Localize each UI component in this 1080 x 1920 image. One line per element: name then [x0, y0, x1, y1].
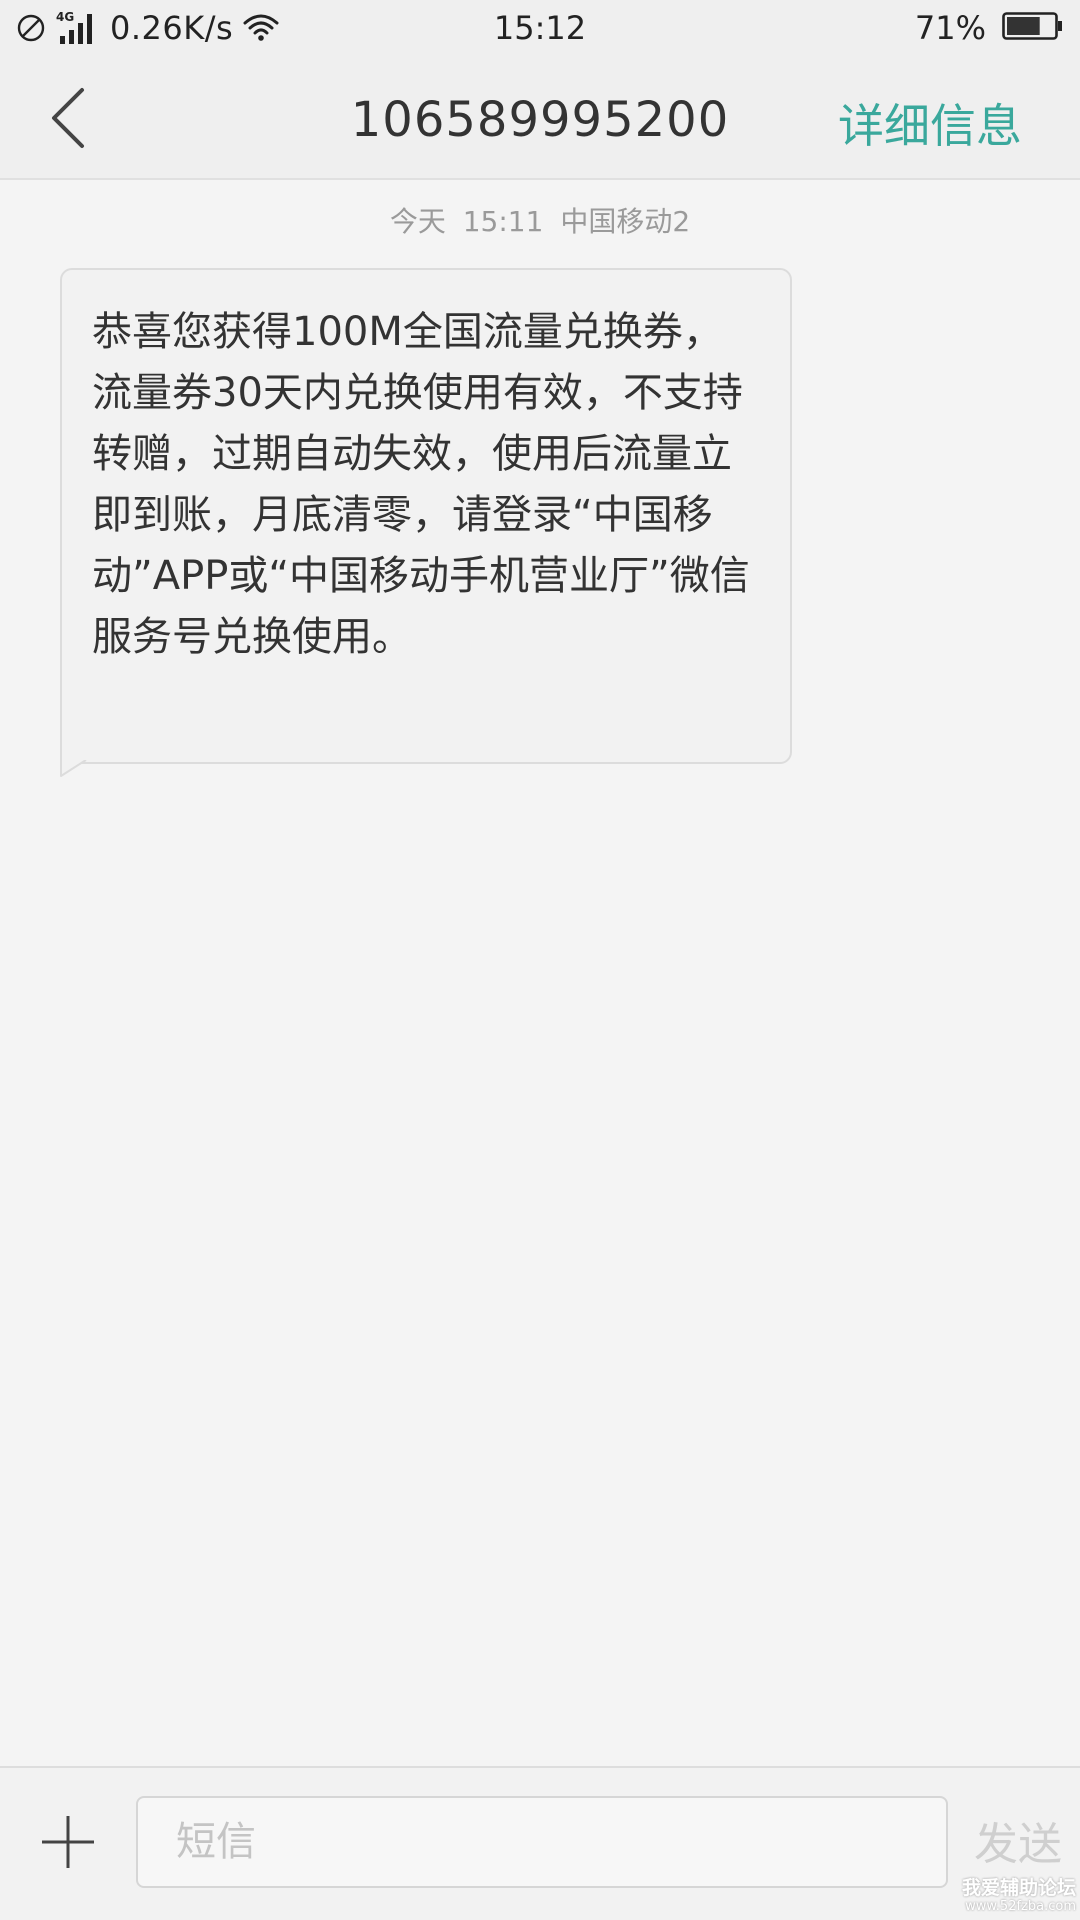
sms-conversation-screen: 4G 0.26K/s 15:12 71% 106589995200 详细信息 今… [0, 0, 1080, 1920]
details-button[interactable]: 详细信息 [838, 90, 1022, 156]
status-bar: 4G 0.26K/s 15:12 71% [0, 0, 1080, 56]
watermark-url: www.52fzba.com [965, 1899, 1076, 1914]
battery-fill [1007, 17, 1040, 35]
message-timestamp: 今天 15:11 中国移动2 [389, 205, 691, 238]
message-bubble[interactable]: 恭喜您获得100M全国流量兑换券，流量券30天内兑换使用有效，不支持转赠，过期自… [60, 268, 792, 764]
compose-bar: 发送 我爱辅助论坛 www.52fzba.com [0, 1766, 1080, 1920]
send-button[interactable]: 发送 [974, 1808, 1062, 1872]
add-attachment-button[interactable] [36, 1810, 100, 1874]
status-right: 71% [915, 8, 1064, 48]
plus-icon [42, 1816, 94, 1868]
sms-input[interactable] [136, 1796, 948, 1888]
watermark-title: 我爱辅助论坛 [961, 1877, 1076, 1899]
watermark: 我爱辅助论坛 www.52fzba.com [962, 1877, 1076, 1914]
conversation-header: 106589995200 详细信息 [0, 56, 1080, 180]
message-text: 恭喜您获得100M全国流量兑换券，流量券30天内兑换使用有效，不支持转赠，过期自… [92, 309, 750, 660]
battery-icon [1002, 12, 1064, 44]
bubble-tail [60, 752, 88, 777]
battery-percent: 71% [914, 9, 986, 47]
